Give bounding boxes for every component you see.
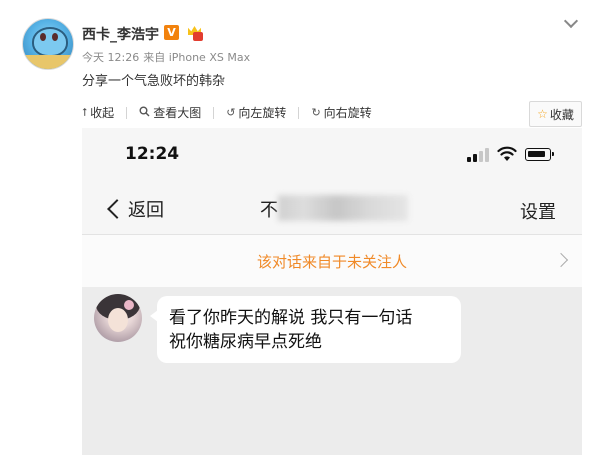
- crown-icon: [186, 24, 204, 41]
- divider: [126, 106, 128, 119]
- avatar-face: [32, 27, 68, 57]
- avatar-band: [23, 55, 73, 69]
- wifi-icon: [497, 146, 517, 161]
- arrow-up-icon: ⭡: [82, 105, 88, 119]
- rotate-left-button[interactable]: ↺ 向左旋转: [226, 104, 286, 121]
- message-line: 祝你糖尿病早点死绝: [169, 332, 322, 352]
- rotate-right-button[interactable]: ↻ 向右旋转: [311, 104, 371, 121]
- chevron-down-icon[interactable]: [562, 14, 582, 34]
- rotate-left-icon: ↺: [226, 106, 236, 119]
- view-large-button[interactable]: 查看大图: [139, 104, 201, 121]
- collapse-label: 收起: [90, 106, 115, 120]
- message-bubble: 看了你昨天的解说 我只有一句话 祝你糖尿病早点死绝: [150, 296, 461, 363]
- battery-icon: [525, 148, 554, 161]
- back-button: 返回: [106, 196, 164, 222]
- image-toolbar: ⭡ 收起 查看大图 ↺ 向左旋转 ↻ 向右旋转: [82, 104, 384, 121]
- collapse-button[interactable]: ⭡ 收起: [82, 104, 114, 121]
- avatar-flower: [124, 300, 134, 310]
- chat-title: 不: [260, 200, 278, 221]
- star-icon: ☆: [537, 107, 548, 121]
- message-text: 看了你昨天的解说 我只有一句话 祝你糖尿病早点死绝: [169, 306, 412, 354]
- settings-label: 设置: [520, 202, 556, 223]
- post-time[interactable]: 今天 12:26: [82, 51, 139, 64]
- chat-nav-bar: 返回 不 设置: [82, 182, 582, 234]
- username[interactable]: 西卡_李浩宇: [82, 24, 159, 44]
- collect-label: 收藏: [549, 107, 574, 122]
- attached-screenshot[interactable]: 12:24 返回 不 设置 该对话来自于未关注人 看了你昨天的解说 我只有一句话…: [82, 128, 582, 455]
- avatar-eye: [52, 33, 58, 41]
- notice-text: 该对话来自于未关注人: [256, 253, 407, 271]
- redacted-name-blur: [278, 195, 408, 221]
- back-label: 返回: [128, 200, 164, 221]
- avatar-face: [108, 308, 128, 332]
- weibo-post: 西卡_李浩宇 V 今天 12:26 来自 iPhone XS Max 分享一个气急…: [0, 0, 602, 455]
- signal-icon: [467, 148, 491, 162]
- post-meta: 今天 12:26 来自 iPhone XS Max: [82, 49, 254, 65]
- post-source: 来自 iPhone XS Max: [143, 51, 251, 64]
- divider: [298, 106, 300, 119]
- status-time: 12:24: [125, 144, 180, 164]
- divider: [213, 106, 215, 119]
- stranger-notice: 该对话来自于未关注人: [82, 234, 582, 287]
- view-large-label: 查看大图: [153, 106, 202, 120]
- message-line: 看了你昨天的解说 我只有一句话: [169, 308, 413, 328]
- collect-button[interactable]: ☆ 收藏: [529, 101, 582, 127]
- chevron-left-icon: [107, 199, 127, 219]
- rotate-left-label: 向左旋转: [238, 106, 287, 120]
- phone-status-bar: 12:24: [82, 128, 582, 182]
- post-content: 分享一个气急败坏的韩杂: [82, 74, 226, 89]
- verified-badge-icon: V: [164, 25, 179, 40]
- crown-base: [193, 32, 203, 41]
- sender-avatar: [94, 294, 142, 342]
- user-avatar[interactable]: [22, 18, 74, 70]
- avatar-eye: [40, 33, 46, 41]
- rotate-right-icon: ↻: [311, 106, 321, 119]
- rotate-right-label: 向右旋转: [323, 106, 372, 120]
- magnifier-icon: [139, 106, 150, 120]
